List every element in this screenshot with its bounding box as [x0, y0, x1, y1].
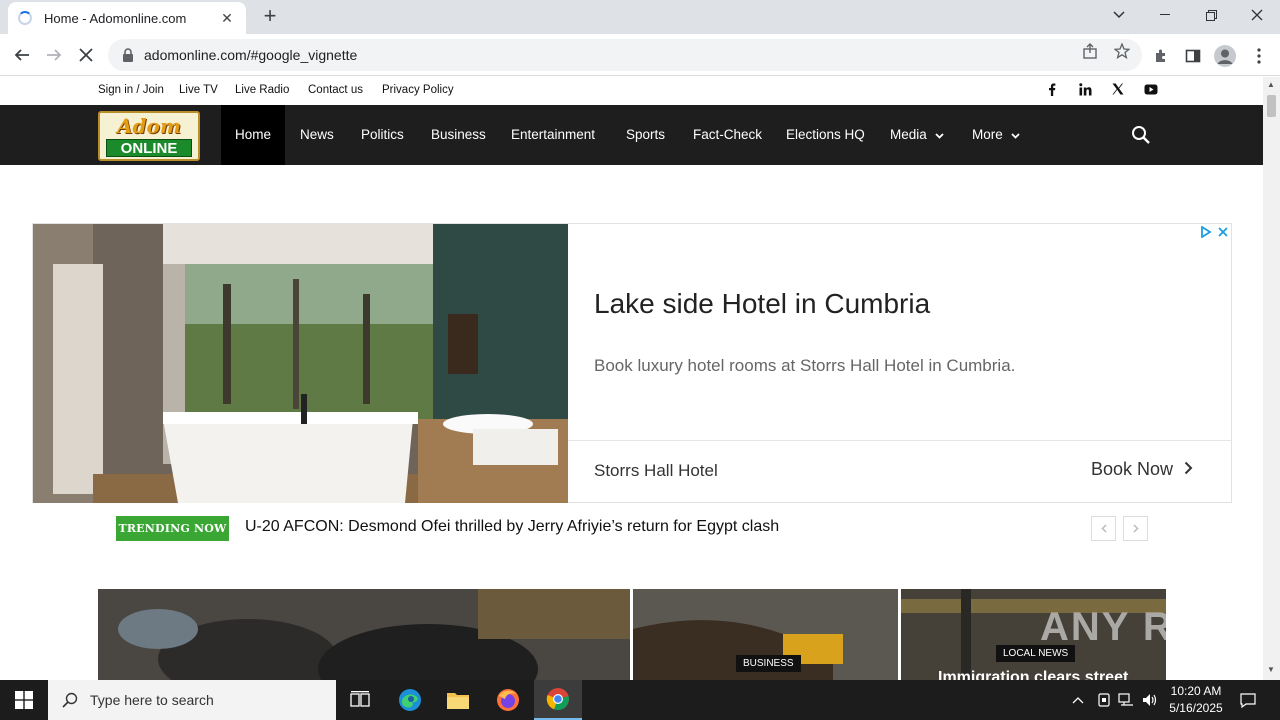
chevron-down-icon — [932, 131, 944, 142]
ad-headline[interactable]: Lake side Hotel in Cumbria — [594, 288, 930, 320]
nav-business[interactable]: Business — [417, 105, 500, 165]
scroll-down-arrow-icon[interactable]: ▼ — [1267, 665, 1275, 674]
minimize-button[interactable] — [1142, 0, 1188, 30]
ad-cta-label: Book Now — [1091, 459, 1174, 479]
tray-chevron-up-icon[interactable] — [1068, 680, 1088, 720]
taskbar-clock[interactable]: 10:20 AM 5/16/2025 — [1160, 683, 1232, 717]
ad-choices-icon[interactable] — [1199, 225, 1229, 241]
task-view-icon[interactable] — [336, 680, 384, 720]
trending-prev-button[interactable] — [1091, 516, 1116, 541]
logo-text-adom: Adom — [116, 114, 181, 138]
news-tile-business[interactable]: BUSINESS — [633, 589, 898, 680]
top-link-privacy[interactable]: Privacy Policy — [382, 84, 454, 96]
nav-elections-hq[interactable]: Elections HQ — [772, 105, 879, 165]
ad-advertiser: Storrs Hall Hotel — [594, 461, 718, 480]
linkedin-icon[interactable] — [1077, 83, 1093, 99]
notification-center-icon[interactable] — [1236, 680, 1260, 720]
youtube-icon[interactable] — [1143, 83, 1159, 99]
start-button[interactable] — [0, 680, 48, 720]
new-tab-button[interactable]: + — [258, 5, 282, 29]
address-bar[interactable]: adomonline.com/#google_vignette — [108, 39, 1142, 71]
news-tile-main[interactable] — [98, 589, 630, 680]
top-link-live-radio[interactable]: Live Radio — [235, 84, 289, 96]
ad-description: Book luxury hotel rooms at Storrs Hall H… — [594, 356, 1016, 375]
trending-now-badge: TRENDING NOW — [116, 516, 229, 541]
file-explorer-icon[interactable] — [434, 680, 482, 720]
forward-button[interactable] — [42, 43, 66, 67]
trending-next-button[interactable] — [1123, 516, 1148, 541]
chevron-down-icon — [1008, 131, 1020, 142]
nav-media[interactable]: Media — [876, 105, 958, 165]
taskbar-search-box[interactable]: Type here to search — [48, 680, 336, 720]
clock-time: 10:20 AM — [1170, 684, 1222, 698]
stop-loading-button[interactable] — [74, 43, 98, 67]
chevron-right-icon — [1184, 459, 1193, 479]
tab-title: Home - Adomonline.com — [44, 10, 187, 26]
page-scrollbar[interactable]: ▲ ▼ — [1263, 77, 1280, 680]
trending-headline[interactable]: U-20 AFCON: Desmond Ofei thrilled by Jer… — [245, 518, 779, 536]
menu-kebab-icon[interactable] — [1248, 45, 1270, 67]
browser-tabstrip: Home - Adomonline.com ✕ + — [0, 0, 1280, 34]
tile-category-business[interactable]: BUSINESS — [736, 655, 801, 672]
scrollbar-thumb[interactable] — [1267, 95, 1276, 117]
ad-divider — [568, 440, 1232, 441]
web-page: Sign in / Join Live TV Live Radio Contac… — [0, 77, 1263, 680]
tab-close-icon[interactable]: ✕ — [218, 10, 236, 27]
profile-avatar-icon[interactable] — [1214, 45, 1236, 67]
bookmark-star-icon[interactable] — [1112, 41, 1132, 61]
taskbar-search-placeholder: Type here to search — [90, 692, 214, 708]
top-link-contact[interactable]: Contact us — [308, 84, 363, 96]
site-search-icon[interactable] — [1131, 125, 1151, 145]
ad-hotel-bathroom-image[interactable] — [33, 224, 568, 503]
nav-politics[interactable]: Politics — [347, 105, 418, 165]
logo-text-online: ONLINE — [106, 139, 192, 157]
search-icon — [62, 692, 78, 708]
nav-media-label: Media — [890, 127, 927, 142]
share-icon[interactable] — [1080, 41, 1100, 61]
windows-taskbar: Type here to search 10:20 AM 5/16/2025 — [0, 680, 1280, 720]
browser-toolbar: adomonline.com/#google_vignette — [0, 34, 1280, 76]
nav-more-label: More — [972, 127, 1003, 142]
nav-fact-check[interactable]: Fact-Check — [679, 105, 776, 165]
loading-spinner-icon — [18, 11, 32, 25]
back-button[interactable] — [10, 43, 34, 67]
nav-news[interactable]: News — [286, 105, 348, 165]
nav-sports[interactable]: Sports — [612, 105, 679, 165]
top-link-live-tv[interactable]: Live TV — [179, 84, 218, 96]
hotel-advertisement[interactable]: Lake side Hotel in Cumbria Book luxury h… — [32, 223, 1232, 503]
tile-headline-local[interactable]: Immigration clears street — [938, 669, 1128, 680]
tray-device-icon[interactable] — [1094, 680, 1114, 720]
network-icon[interactable] — [1116, 680, 1136, 720]
restore-button[interactable] — [1188, 0, 1234, 30]
chrome-icon[interactable] — [534, 680, 582, 720]
top-link-sign-in[interactable]: Sign in / Join — [98, 84, 164, 96]
side-panel-icon[interactable] — [1182, 45, 1204, 67]
close-window-button[interactable] — [1234, 0, 1280, 30]
lock-icon — [123, 48, 133, 62]
scroll-up-arrow-icon[interactable]: ▲ — [1267, 80, 1275, 89]
tab-search-chevron-icon[interactable] — [1096, 0, 1142, 30]
url-text: adomonline.com/#google_vignette — [144, 47, 358, 63]
nav-more[interactable]: More — [958, 105, 1034, 165]
nav-entertainment[interactable]: Entertainment — [497, 105, 609, 165]
adom-online-logo[interactable]: Adom ONLINE — [98, 111, 200, 161]
volume-icon[interactable] — [1140, 680, 1160, 720]
edge-browser-icon[interactable] — [386, 680, 434, 720]
anyrun-watermark: ANY RUN — [1040, 605, 1236, 649]
main-navigation: Adom ONLINE Home News Politics Business … — [0, 105, 1263, 165]
firefox-icon[interactable] — [484, 680, 532, 720]
x-icon[interactable] — [1110, 83, 1126, 99]
nav-home[interactable]: Home — [221, 105, 286, 165]
clock-date: 5/16/2025 — [1169, 701, 1223, 715]
ad-book-now-button[interactable]: Book Now — [1091, 459, 1193, 480]
extensions-puzzle-icon[interactable] — [1150, 45, 1172, 67]
site-top-bar: Sign in / Join Live TV Live Radio Contac… — [0, 77, 1263, 105]
browser-tab-active[interactable]: Home - Adomonline.com ✕ — [8, 2, 246, 34]
facebook-icon[interactable] — [1044, 83, 1060, 99]
